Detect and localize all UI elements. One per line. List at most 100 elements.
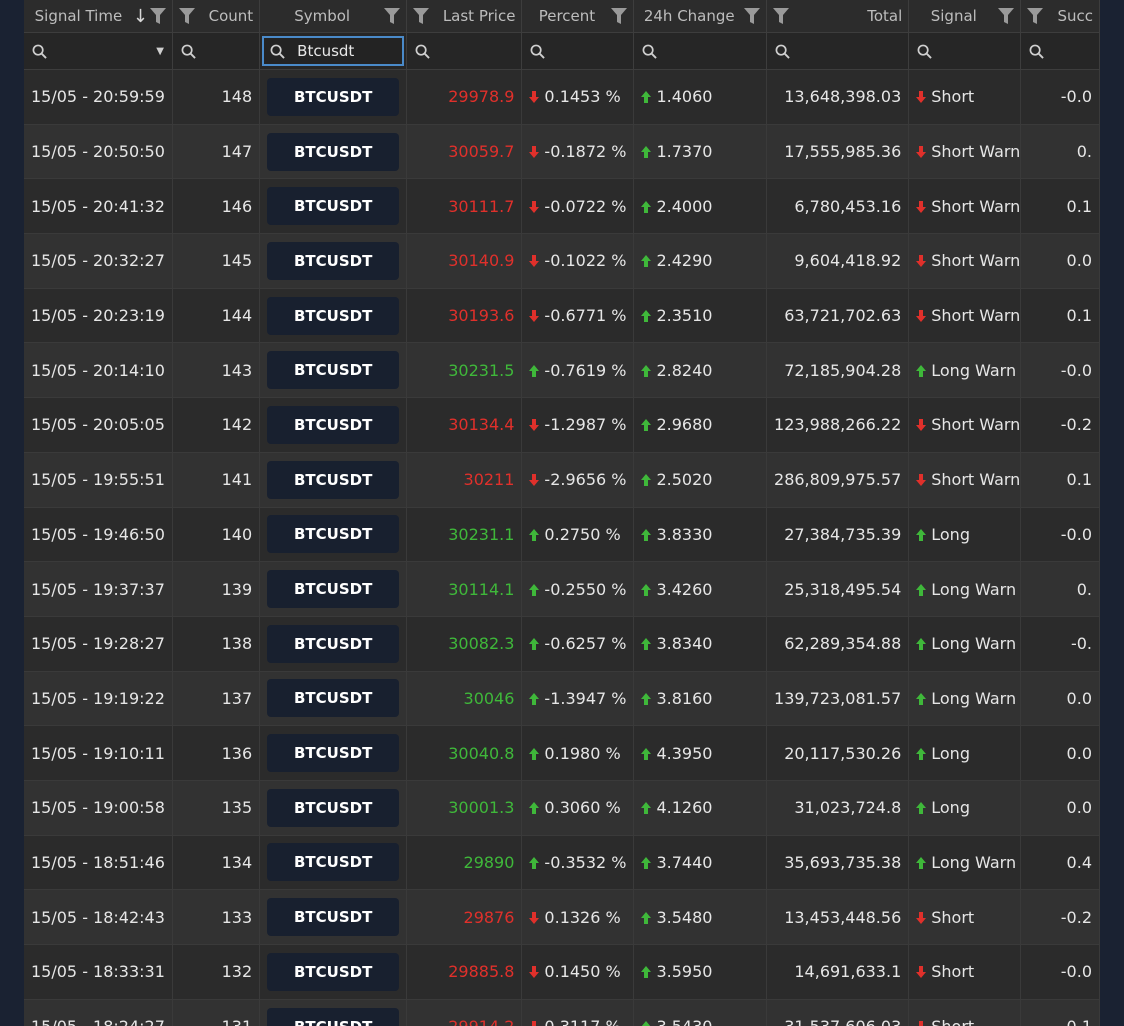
filter-funnel-icon[interactable] xyxy=(773,8,790,24)
filter-signal-time[interactable]: ▼ xyxy=(24,32,173,70)
symbol-button[interactable]: BTCUSDT xyxy=(267,77,400,116)
change-arrow-icon xyxy=(641,853,656,872)
col-header-total[interactable]: Total xyxy=(766,0,910,33)
cell-symbol: BTCUSDT xyxy=(259,124,408,180)
search-icon xyxy=(1029,44,1045,59)
filter-funnel-icon[interactable] xyxy=(413,8,430,24)
col-header-last-price[interactable]: Last Price xyxy=(406,0,523,33)
cell-percent: 0.3117 % xyxy=(521,999,635,1026)
col-header-symbol[interactable]: Symbol xyxy=(259,0,408,33)
symbol-button[interactable]: BTCUSDT xyxy=(267,898,400,937)
symbol-button[interactable]: BTCUSDT xyxy=(267,952,400,991)
symbol-button[interactable]: BTCUSDT xyxy=(267,132,400,171)
table-row[interactable]: 15/05 - 19:19:22 137 BTCUSDT 30046 -1.39… xyxy=(24,671,1100,727)
cell-success: -0.1 xyxy=(1020,999,1100,1026)
filter-funnel-icon[interactable] xyxy=(149,8,166,24)
total-value: 6,780,453.16 xyxy=(794,196,902,216)
cell-success: 0. xyxy=(1020,561,1100,617)
filter-funnel-icon[interactable] xyxy=(1027,8,1044,24)
col-header-count[interactable]: Count xyxy=(172,0,261,33)
table-row[interactable]: 15/05 - 20:23:19 144 BTCUSDT 30193.6 -0.… xyxy=(24,288,1100,344)
symbol-button[interactable]: BTCUSDT xyxy=(267,624,400,663)
symbol-filter-value[interactable]: Btcusdt xyxy=(297,42,354,60)
table-row[interactable]: 15/05 - 20:14:10 143 BTCUSDT 30231.5 -0.… xyxy=(24,342,1100,399)
symbol-button[interactable]: BTCUSDT xyxy=(267,187,400,226)
table-row[interactable]: 15/05 - 20:59:59 148 BTCUSDT 29978.9 0.1… xyxy=(24,69,1100,125)
symbol-button[interactable]: BTCUSDT xyxy=(267,460,400,499)
table-row[interactable]: 15/05 - 19:37:37 139 BTCUSDT 30114.1 -0.… xyxy=(24,561,1100,617)
signal-value: Long Warn xyxy=(931,360,1017,380)
table-row[interactable]: 15/05 - 19:00:58 135 BTCUSDT 30001.3 0.3… xyxy=(24,780,1100,836)
signals-table: Signal Time ↓ Count Symbol Last Price Pe… xyxy=(24,0,1100,1026)
symbol-button[interactable]: BTCUSDT xyxy=(267,843,400,882)
cell-success: 0.4 xyxy=(1020,835,1100,891)
count-value: 141 xyxy=(221,470,253,490)
percent-value: -0.0722 % xyxy=(544,196,627,216)
filter-funnel-icon[interactable] xyxy=(998,8,1015,24)
filter-success[interactable] xyxy=(1020,32,1100,70)
col-header-signal[interactable]: Signal xyxy=(908,0,1022,33)
success-value: 0.4 xyxy=(1066,852,1092,872)
symbol-button[interactable]: BTCUSDT xyxy=(267,241,400,280)
signal-value: Long xyxy=(931,798,970,818)
col-header-success[interactable]: Succ xyxy=(1020,0,1100,33)
filter-funnel-icon[interactable] xyxy=(178,8,195,24)
filter-percent[interactable] xyxy=(521,32,635,70)
table-row[interactable]: 15/05 - 18:33:31 132 BTCUSDT 29885.8 0.1… xyxy=(24,944,1100,1000)
table-row[interactable]: 15/05 - 19:28:27 138 BTCUSDT 30082.3 -0.… xyxy=(24,616,1100,672)
symbol-button[interactable]: BTCUSDT xyxy=(267,570,400,609)
col-header-signal-time[interactable]: Signal Time ↓ xyxy=(24,0,173,33)
symbol-button[interactable]: BTCUSDT xyxy=(267,405,400,444)
symbol-button[interactable]: BTCUSDT xyxy=(267,515,400,554)
symbol-button[interactable]: BTCUSDT xyxy=(267,734,400,773)
percent-arrow-icon xyxy=(529,962,544,981)
change-arrow-icon xyxy=(641,197,656,216)
symbol-button[interactable]: BTCUSDT xyxy=(267,788,400,827)
change-value: 3.8330 xyxy=(656,524,713,544)
cell-24h-change: 2.5020 xyxy=(633,452,768,508)
sort-descending-icon[interactable]: ↓ xyxy=(133,6,148,27)
table-row[interactable]: 15/05 - 19:46:50 140 BTCUSDT 30231.1 0.2… xyxy=(24,507,1100,563)
table-row[interactable]: 15/05 - 20:50:50 147 BTCUSDT 30059.7 -0.… xyxy=(24,124,1100,180)
dropdown-caret-icon[interactable]: ▼ xyxy=(156,46,164,57)
filter-funnel-icon[interactable] xyxy=(611,8,628,24)
signal-time-value: 15/05 - 19:19:22 xyxy=(31,688,165,708)
signal-time-value: 15/05 - 20:14:10 xyxy=(31,360,165,380)
signal-time-value: 15/05 - 19:00:58 xyxy=(31,798,165,818)
table-row[interactable]: 15/05 - 20:32:27 145 BTCUSDT 30140.9 -0.… xyxy=(24,233,1100,289)
cell-total: 14,691,633.1 xyxy=(766,944,910,1000)
filter-count[interactable] xyxy=(172,32,261,70)
signal-time-value: 15/05 - 19:37:37 xyxy=(31,579,165,599)
cell-24h-change: 2.4000 xyxy=(633,178,768,235)
cell-last-price: 30059.7 xyxy=(406,124,523,180)
count-value: 143 xyxy=(221,360,253,380)
table-row[interactable]: 15/05 - 18:51:46 134 BTCUSDT 29890 -0.35… xyxy=(24,835,1100,891)
cell-signal-time: 15/05 - 20:32:27 xyxy=(24,233,173,289)
filter-total[interactable] xyxy=(766,32,910,70)
symbol-filter-input[interactable]: Btcusdt xyxy=(262,36,405,66)
table-row[interactable]: 15/05 - 18:42:43 133 BTCUSDT 29876 0.132… xyxy=(24,889,1100,945)
filter-signal[interactable] xyxy=(908,32,1022,70)
percent-arrow-icon xyxy=(529,251,544,270)
table-row[interactable]: 15/05 - 19:10:11 136 BTCUSDT 30040.8 0.1… xyxy=(24,725,1100,781)
table-row[interactable]: 15/05 - 20:41:32 146 BTCUSDT 30111.7 -0.… xyxy=(24,178,1100,235)
filter-symbol[interactable]: Btcusdt xyxy=(259,32,408,70)
table-row[interactable]: 15/05 - 20:05:05 142 BTCUSDT 30134.4 -1.… xyxy=(24,397,1100,453)
last-price-value: 30046 xyxy=(463,688,515,708)
cell-success: -0.0 xyxy=(1020,342,1100,399)
filter-last-price[interactable] xyxy=(406,32,523,70)
table-row[interactable]: 15/05 - 18:24:27 131 BTCUSDT 29914.2 0.3… xyxy=(24,999,1100,1026)
symbol-button[interactable]: BTCUSDT xyxy=(267,296,400,335)
cell-signal-time: 15/05 - 20:05:05 xyxy=(24,397,173,453)
filter-24h-change[interactable] xyxy=(633,32,768,70)
filter-funnel-icon[interactable] xyxy=(744,8,761,24)
table-row[interactable]: 15/05 - 19:55:51 141 BTCUSDT 30211 -2.96… xyxy=(24,452,1100,508)
symbol-button[interactable]: BTCUSDT xyxy=(267,351,400,390)
symbol-button[interactable]: BTCUSDT xyxy=(267,679,400,718)
col-header-24h-change[interactable]: 24h Change xyxy=(633,0,768,33)
last-price-value: 30001.3 xyxy=(448,798,515,818)
cell-percent: 0.1326 % xyxy=(521,889,635,945)
symbol-button[interactable]: BTCUSDT xyxy=(267,1007,400,1026)
filter-funnel-icon[interactable] xyxy=(384,8,401,24)
col-header-percent[interactable]: Percent xyxy=(521,0,635,33)
